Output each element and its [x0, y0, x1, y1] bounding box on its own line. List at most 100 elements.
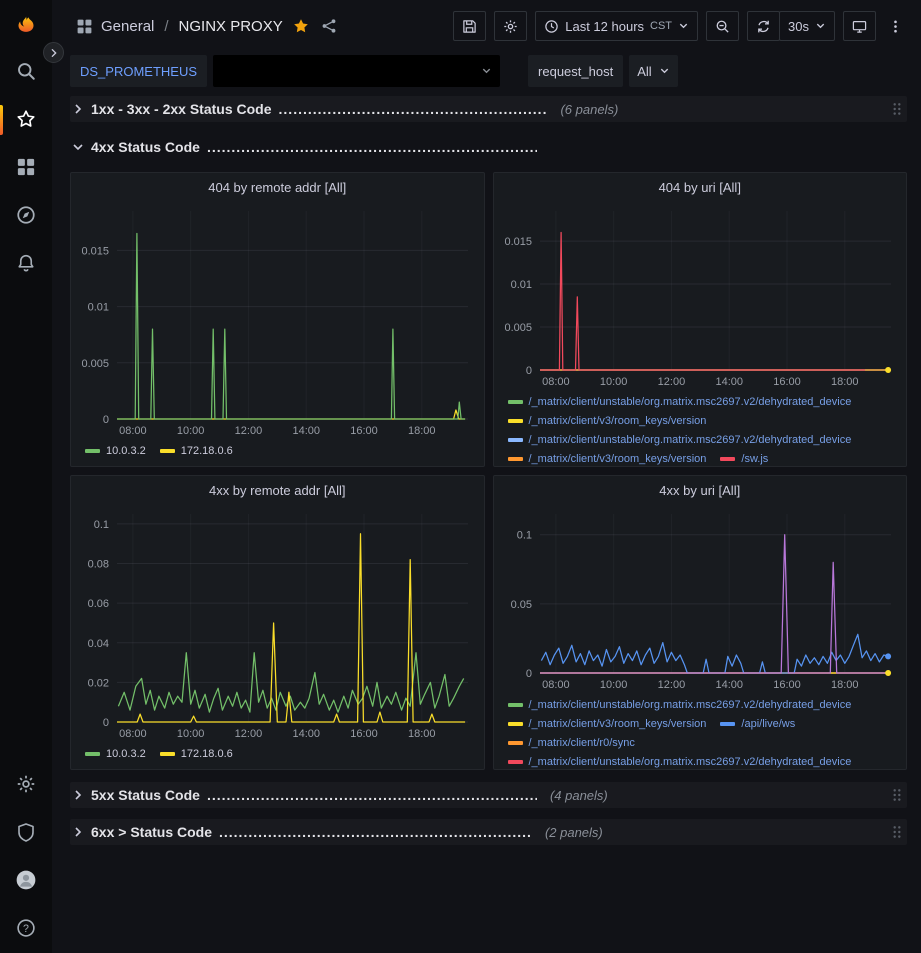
row-header-5xx[interactable]: 5xx Status Code ........................… [70, 782, 907, 808]
legend-item[interactable]: /_matrix/client/v3/room_keys/version [508, 411, 707, 430]
favorite-star-button[interactable] [291, 16, 311, 36]
legend-item[interactable]: /_matrix/client/unstable/org.matrix.msc2… [508, 392, 852, 411]
sidebar-item-starred[interactable] [0, 96, 52, 144]
panel-title[interactable]: 404 by remote addr [All] [71, 173, 484, 201]
series-label[interactable]: /api/live/ws [741, 718, 795, 730]
series-label[interactable]: /_matrix/client/unstable/org.matrix.msc2… [529, 699, 852, 711]
legend-item[interactable]: 10.0.3.2 [85, 441, 146, 460]
sidebar-item-settings[interactable] [0, 761, 52, 809]
panel-4xx-by-remote-addr: 4xx by remote addr [All] 08:0010:0012:00… [70, 475, 485, 770]
series-label[interactable]: 10.0.3.2 [106, 445, 146, 457]
refresh-interval-select[interactable]: 30s [779, 11, 835, 41]
sidebar-item-profile[interactable] [0, 857, 52, 905]
time-range-picker[interactable]: Last 12 hours CST [535, 11, 698, 41]
sidebar-item-alerting[interactable] [0, 240, 52, 288]
legend-item[interactable]: /api/live/ws [720, 714, 795, 733]
cycle-view-mode-button[interactable] [843, 11, 876, 41]
datasource-variable-label[interactable]: DS_PROMETHEUS [70, 55, 207, 87]
legend-item[interactable]: /_matrix/client/unstable/org.matrix.msc2… [508, 752, 852, 769]
series-label[interactable]: 10.0.3.2 [106, 748, 146, 760]
row-header-1xx-3xx-2xx[interactable]: 1xx - 3xx - 2xx Status Code ............… [70, 96, 907, 122]
row-drag-handle[interactable] [891, 101, 903, 117]
svg-text:0.015: 0.015 [504, 236, 532, 248]
row-title[interactable]: 5xx Status Code [91, 787, 200, 803]
svg-text:14:00: 14:00 [292, 728, 320, 740]
kebab-menu-button[interactable] [884, 11, 907, 41]
shield-icon [16, 822, 36, 845]
request-host-variable-select[interactable]: All [629, 55, 677, 87]
svg-text:12:00: 12:00 [235, 425, 263, 437]
legend-item[interactable]: /_matrix/client/unstable/org.matrix.msc2… [508, 430, 852, 449]
svg-text:?: ? [23, 922, 29, 934]
svg-text:12:00: 12:00 [657, 376, 685, 388]
row-title[interactable]: 1xx - 3xx - 2xx Status Code [91, 101, 272, 117]
row-drag-handle[interactable] [891, 787, 903, 803]
series-color-swatch [508, 741, 523, 745]
chart-4xx-by-remote-addr[interactable]: 08:0010:0012:0014:0016:0018:0000.020.040… [71, 504, 484, 744]
zoom-out-time-button[interactable] [706, 11, 739, 41]
series-label[interactable]: /sw.js [741, 453, 768, 465]
svg-text:18:00: 18:00 [831, 376, 859, 388]
timezone-label: CST [650, 20, 672, 32]
chart-404-by-remote-addr[interactable]: 08:0010:0012:0014:0016:0018:0000.0050.01… [71, 201, 484, 441]
refresh-group: 30s [747, 11, 835, 41]
share-dashboard-button[interactable] [319, 16, 339, 36]
series-label[interactable]: 172.18.0.6 [181, 748, 233, 760]
series-color-swatch [720, 722, 735, 726]
legend-item[interactable]: /_matrix/client/r0/sync [508, 733, 635, 752]
breadcrumb-section[interactable]: General [101, 18, 154, 35]
legend-item[interactable]: /_matrix/client/unstable/org.matrix.msc2… [508, 695, 852, 714]
series-label[interactable]: 172.18.0.6 [181, 445, 233, 457]
sidebar-item-help[interactable]: ? [0, 905, 52, 953]
series-label[interactable]: /_matrix/client/v3/room_keys/version [529, 415, 707, 427]
legend-item[interactable]: /_matrix/client/v3/room_keys/version [508, 449, 707, 466]
svg-text:0.005: 0.005 [81, 358, 109, 370]
svg-text:08:00: 08:00 [119, 425, 147, 437]
svg-text:0.08: 0.08 [88, 559, 109, 571]
series-label[interactable]: /_matrix/client/r0/sync [529, 737, 635, 749]
series-label[interactable]: /_matrix/client/v3/room_keys/version [529, 718, 707, 730]
request-host-variable-label[interactable]: request_host [528, 55, 623, 87]
panel-title[interactable]: 4xx by uri [All] [494, 476, 907, 504]
series-color-swatch [508, 400, 523, 404]
svg-text:0: 0 [103, 717, 109, 729]
refresh-dashboard-button[interactable] [747, 11, 780, 41]
save-dashboard-button[interactable] [453, 11, 486, 41]
kebab-icon [888, 19, 903, 34]
legend-item[interactable]: /sw.js [720, 449, 768, 466]
chevron-down-icon [815, 19, 826, 34]
row-title[interactable]: 6xx > Status Code [91, 824, 212, 840]
svg-text:18:00: 18:00 [831, 679, 859, 691]
svg-text:16:00: 16:00 [350, 425, 378, 437]
series-label[interactable]: /_matrix/client/unstable/org.matrix.msc2… [529, 434, 852, 446]
panel-title[interactable]: 404 by uri [All] [494, 173, 907, 201]
svg-text:10:00: 10:00 [599, 376, 627, 388]
panel-title[interactable]: 4xx by remote addr [All] [71, 476, 484, 504]
svg-text:12:00: 12:00 [235, 728, 263, 740]
expand-sidebar-button[interactable] [43, 42, 64, 63]
dashboard-settings-button[interactable] [494, 11, 527, 41]
dashboard-title[interactable]: NGINX PROXY [179, 18, 283, 35]
row-header-6xx[interactable]: 6xx > Status Code ......................… [70, 819, 907, 845]
series-label[interactable]: /_matrix/client/unstable/org.matrix.msc2… [529, 756, 852, 768]
series-label[interactable]: /_matrix/client/v3/room_keys/version [529, 453, 707, 465]
svg-text:0.01: 0.01 [510, 279, 531, 291]
legend-item[interactable]: /_matrix/client/v3/room_keys/version [508, 714, 707, 733]
sidebar-item-server-admin[interactable] [0, 809, 52, 857]
legend-item[interactable]: 10.0.3.2 [85, 744, 146, 763]
chart-404-by-uri[interactable]: 08:0010:0012:0014:0016:0018:0000.0050.01… [494, 201, 907, 392]
row-title[interactable]: 4xx Status Code [91, 139, 200, 155]
legend-item[interactable]: 172.18.0.6 [160, 744, 233, 763]
dashboard-scroll-area[interactable]: 1xx - 3xx - 2xx Status Code ............… [52, 90, 921, 953]
grafana-logo[interactable] [0, 0, 52, 48]
datasource-variable-select[interactable] [213, 55, 500, 87]
svg-text:10:00: 10:00 [177, 425, 205, 437]
legend-item[interactable]: 172.18.0.6 [160, 441, 233, 460]
row-header-4xx[interactable]: 4xx Status Code ........................… [70, 134, 907, 160]
chart-4xx-by-uri[interactable]: 08:0010:0012:0014:0016:0018:0000.050.1 [494, 504, 907, 695]
row-drag-handle[interactable] [891, 824, 903, 840]
sidebar-item-dashboards[interactable] [0, 144, 52, 192]
sidebar-item-explore[interactable] [0, 192, 52, 240]
series-label[interactable]: /_matrix/client/unstable/org.matrix.msc2… [529, 396, 852, 408]
series-color-swatch [508, 722, 523, 726]
